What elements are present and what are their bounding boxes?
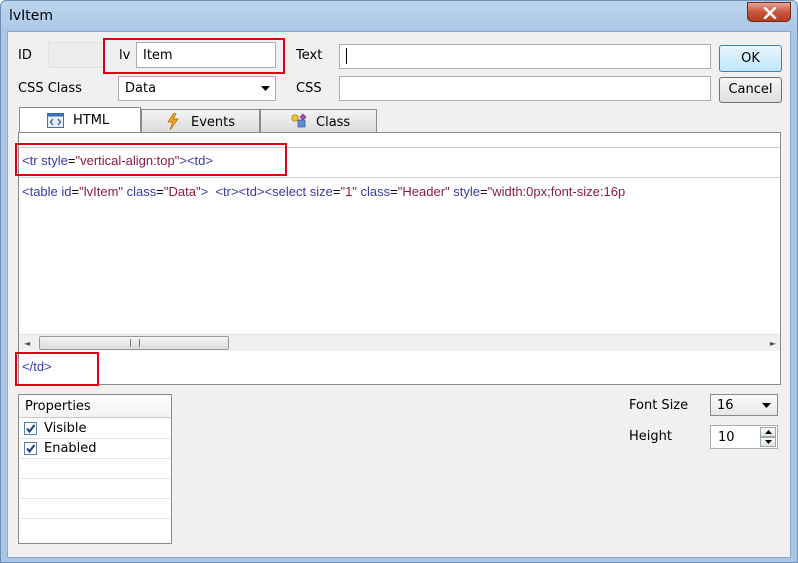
id-spacer <box>48 42 104 68</box>
scroll-left-icon[interactable]: ◄ <box>24 339 30 348</box>
close-button[interactable] <box>747 2 791 22</box>
horizontal-scrollbar[interactable]: ◄ ► <box>19 334 780 351</box>
tab-html[interactable]: HTML <box>19 107 141 133</box>
up-arrow-icon <box>765 430 772 434</box>
down-arrow-icon <box>765 440 772 444</box>
increment-button[interactable] <box>760 427 776 437</box>
height-value: 10 <box>718 430 735 445</box>
font-size-select[interactable]: 16 <box>710 394 778 416</box>
enabled-checkbox[interactable] <box>24 442 37 455</box>
css-label: CSS <box>296 81 322 96</box>
properties-list: Properties Visible Enabled <box>18 394 172 544</box>
height-spinner[interactable]: 10 <box>710 425 778 449</box>
tab-events-label: Events <box>191 115 236 130</box>
height-label: Height <box>629 429 672 444</box>
scroll-right-icon[interactable]: ► <box>770 339 776 348</box>
visible-label: Visible <box>44 421 87 436</box>
css-class-select[interactable]: Data <box>118 76 276 101</box>
title-bar[interactable]: lvItem <box>1 1 797 31</box>
prefix-divider <box>19 177 780 178</box>
tab-events[interactable]: Events <box>141 109 260 133</box>
dialog-window: lvItem ID lv Item Text OK CSS Class Data… <box>0 0 798 563</box>
text-label: Text <box>296 48 323 63</box>
enabled-label: Enabled <box>44 441 97 456</box>
text-caret <box>346 48 347 64</box>
chevron-down-icon <box>261 86 270 91</box>
list-row-divider <box>19 518 171 519</box>
id-label: ID <box>18 48 32 63</box>
font-size-label: Font Size <box>629 398 689 413</box>
list-row-divider <box>19 498 171 499</box>
content-html-line[interactable]: <table id="lvItem" class="Data"> <tr><td… <box>22 184 780 199</box>
properties-header-label: Properties <box>25 399 91 414</box>
suffix-highlight <box>15 352 99 386</box>
css-input[interactable] <box>339 76 711 101</box>
css-class-value: Data <box>125 81 157 96</box>
properties-header: Properties <box>19 395 171 418</box>
window-title: lvItem <box>9 8 54 24</box>
id-highlight <box>103 38 285 74</box>
css-class-label: CSS Class <box>18 81 82 96</box>
close-icon <box>763 7 777 19</box>
check-icon <box>26 444 36 454</box>
property-enabled[interactable]: Enabled <box>19 438 171 459</box>
dialog-body: ID lv Item Text OK CSS Class Data CSS Ca… <box>7 31 791 558</box>
tab-html-label: HTML <box>73 113 110 128</box>
class-icon <box>291 113 307 128</box>
property-visible[interactable]: Visible <box>19 418 171 439</box>
font-size-value: 16 <box>717 398 734 413</box>
list-row-divider <box>19 478 171 479</box>
text-input[interactable] <box>339 44 711 69</box>
chevron-down-icon <box>762 403 771 408</box>
tab-class[interactable]: Class <box>260 109 377 133</box>
html-code-icon <box>47 113 64 128</box>
grip-icon <box>130 339 140 347</box>
ok-button[interactable]: OK <box>719 45 782 72</box>
decrement-button[interactable] <box>760 437 776 447</box>
lightning-icon <box>167 113 179 130</box>
tab-class-label: Class <box>316 115 351 130</box>
visible-checkbox[interactable] <box>24 422 37 435</box>
cancel-button[interactable]: Cancel <box>719 77 782 103</box>
check-icon <box>26 424 36 434</box>
prefix-highlight <box>15 143 287 176</box>
scrollbar-thumb[interactable] <box>39 336 229 350</box>
